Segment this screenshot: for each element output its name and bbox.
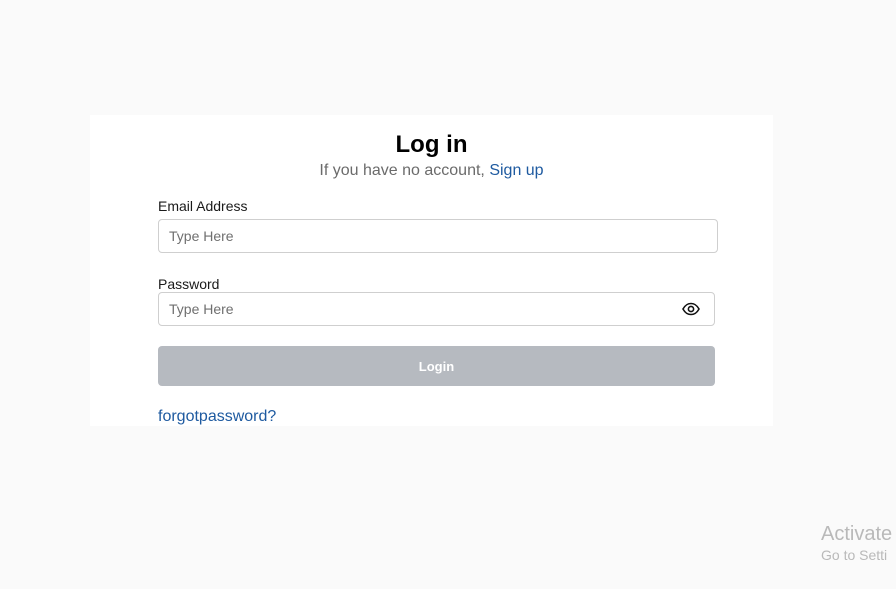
watermark-line2: Go to Setti — [821, 547, 888, 563]
signup-link[interactable]: Sign up — [489, 162, 543, 179]
page-title: Log in — [395, 131, 468, 158]
watermark-line1: Activate — [821, 523, 893, 545]
login-card: Log in If you have no account, Sign up E… — [90, 115, 773, 426]
email-field-wrapper — [158, 219, 718, 253]
password-field-wrapper — [158, 292, 715, 326]
activation-watermark: Activate Go to Setti — [821, 522, 892, 564]
password-input[interactable] — [169, 293, 659, 325]
password-label: Password — [158, 276, 220, 292]
email-input[interactable] — [169, 220, 699, 252]
signup-prompt-text: If you have no account, — [319, 162, 490, 179]
forgot-password-link[interactable]: forgotpassword? — [158, 407, 276, 427]
email-label: Email Address — [158, 198, 248, 214]
eye-icon[interactable] — [682, 301, 700, 317]
login-button[interactable]: Login — [158, 346, 715, 386]
signup-prompt: If you have no account, Sign up — [90, 161, 773, 181]
